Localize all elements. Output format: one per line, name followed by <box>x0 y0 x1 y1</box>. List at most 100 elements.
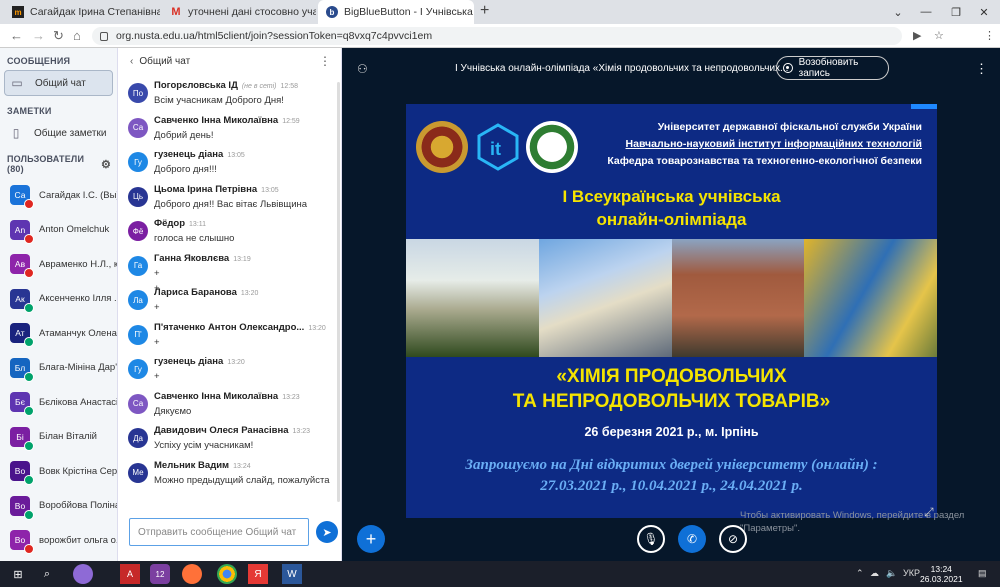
home-icon[interactable]: ⌂ <box>73 28 81 43</box>
notes-header: ЗАМЕТКИ <box>7 106 52 116</box>
slide-olympiad-line2: онлайн-олімпіада <box>596 210 747 229</box>
campus-photos <box>406 239 937 357</box>
message-author: Фёдор <box>154 218 186 229</box>
listen-only-icon <box>24 406 34 417</box>
message-author: Мельник Вадим <box>154 459 230 471</box>
message-body: Савченко Інна Миколаївна 12:59 Добрий день… <box>154 115 334 141</box>
message-body: П'ятаченко Антон Олександро... 13:20 + <box>154 322 334 348</box>
chrome-icon[interactable] <box>217 564 237 584</box>
user-list-item[interactable]: Во Вовк Крістіна Сер... <box>0 454 117 489</box>
tab-bigbluebutton[interactable]: b BigBlueButton - І Учнівська ◉ ✕ <box>318 0 474 24</box>
message-author: гузенець діана <box>154 356 224 367</box>
chevron-left-icon[interactable]: ‹ <box>130 56 133 67</box>
message-body: Савченко Інна Миколаївна 13:23 Дякуємо <box>154 391 334 417</box>
user-list-item[interactable]: Са Сагайдак І.С. (Вы) <box>0 178 117 213</box>
notifications-icon[interactable]: ▤ <box>978 568 987 579</box>
send-button[interactable]: ➤ <box>316 521 338 543</box>
maximize-button[interactable]: ❐ <box>942 0 970 24</box>
word-icon[interactable]: W <box>282 564 302 584</box>
message-header: Савченко Інна Миколаївна 13:23 <box>154 391 334 402</box>
bbb-icon: b <box>326 6 338 18</box>
user-name: Бєлікова Анастасія <box>39 396 117 408</box>
message-author: Савченко Інна Миколаївна <box>154 114 279 126</box>
minimize-button[interactable]: — <box>912 0 940 24</box>
tab-gmail[interactable]: M уточнені дані стосовно учасник ✕ <box>162 0 316 24</box>
gear-icon[interactable]: ⚙ <box>101 158 111 171</box>
user-list-item[interactable]: Ак Аксенченко Ілля ... <box>0 282 117 317</box>
language-indicator[interactable]: УКР <box>903 568 920 578</box>
chat-message: Гу гузенець діана 13:05 Доброго дня!!! <box>118 149 338 184</box>
avatar-initials: Бі <box>16 431 24 442</box>
message-avatar: Са <box>128 393 148 414</box>
back-icon[interactable]: ← <box>10 28 23 43</box>
user-name: Білан Віталій <box>39 431 97 443</box>
message-text: + <box>154 371 160 382</box>
tab-search-icon[interactable]: ⌄ <box>884 0 912 24</box>
chat-message: Гу гузенець діана 13:20 + <box>118 356 338 391</box>
slide-title-line2: ТА НЕПРОДОВОЛЬЧИХ ТОВАРІВ» <box>512 391 831 412</box>
microphone-muted-icon <box>24 199 34 210</box>
mute-microphone-button[interactable]: 🎙 <box>637 525 665 553</box>
input-placeholder: Отправить сообщение Общий чат <box>138 526 297 538</box>
options-icon[interactable]: ⋮ <box>975 61 988 77</box>
user-list-item[interactable]: Ат Атаманчук Олена... <box>0 316 117 351</box>
chat-scrollbar[interactable] <box>337 82 340 502</box>
sidebar: СООБЩЕНИЯ ▭ Общий чат ЗАМЕТКИ ▯ Общие за… <box>0 48 118 561</box>
resume-recording-button[interactable]: Возобновить запись <box>776 56 889 80</box>
user-list-item[interactable]: Ав Авраменко Н.Л., к... <box>0 247 117 282</box>
windows-start-icon[interactable]: ⊞ <box>8 564 28 584</box>
microphone-muted-icon <box>24 233 34 244</box>
user-avatar: Во <box>10 461 34 486</box>
message-author: П'ятаченко Антон Олександро... <box>154 321 305 333</box>
url-field[interactable]: org.nusta.edu.ua/html5client/join?sessio… <box>92 27 902 45</box>
message-author: Давидович Олеся Ранасівна <box>154 425 289 436</box>
message-header: гузенець діана 13:05 <box>154 149 334 160</box>
search-icon[interactable]: ⌕ <box>37 564 57 584</box>
chat-options-icon[interactable]: ⋮ <box>319 54 331 68</box>
actions-plus-button[interactable]: + <box>357 525 385 553</box>
pdf-icon[interactable]: A <box>120 564 140 584</box>
reload-icon[interactable]: ↻ <box>53 28 64 44</box>
message-body: гузенець діана 13:05 Доброго дня!!! <box>154 149 334 175</box>
campus-photo <box>671 239 805 357</box>
user-list-item[interactable]: Бл Блага-Мініна Дар'... <box>0 351 117 386</box>
user-list-item[interactable]: Бі Білан Віталій <box>0 420 117 455</box>
window-close-button[interactable]: ✕ <box>970 0 998 24</box>
record-label: Возобновить запись <box>798 57 859 79</box>
firefox-icon[interactable] <box>182 564 202 584</box>
user-avatar: Во <box>10 495 34 520</box>
campus-photo <box>538 239 672 357</box>
message-time: 12:59 <box>282 117 300 125</box>
forward-icon[interactable]: → <box>32 28 45 43</box>
clock[interactable]: 13:24 26.03.2021 <box>920 564 963 584</box>
tab-moodle[interactable]: m Сагайдак Ірина Степанівна ✕ <box>4 0 160 24</box>
user-list-item[interactable]: Бє Бєлікова Анастасія <box>0 385 117 420</box>
star-icon[interactable]: ☆ <box>934 29 944 42</box>
chat-message: По Погорєловська ІД (не в сеті) 12:58 Всім у… <box>118 80 338 115</box>
slide-invite-dates: 27.03.2021 р., 10.04.2021 р., 24.04.2021… <box>540 478 803 494</box>
camera-icon[interactable]: ▶ <box>913 29 921 42</box>
user-list-item[interactable]: An Anton Omelchuk <box>0 213 117 248</box>
avatar-initials: An <box>14 224 26 235</box>
user-icon[interactable]: ⚇ <box>357 62 368 76</box>
sidebar-item-shared-notes[interactable]: ▯ Общие заметки <box>4 120 113 146</box>
user-avatar: Во <box>10 530 34 555</box>
menu-dots-icon[interactable]: ⋮ <box>984 29 995 42</box>
viber-icon[interactable]: 12 <box>150 564 170 584</box>
new-tab-button[interactable]: + <box>480 2 489 20</box>
phone-icon: ✆ <box>686 532 698 546</box>
yandex-icon[interactable]: Я <box>248 564 268 584</box>
campus-photo <box>406 239 539 357</box>
app-icon[interactable] <box>73 564 93 584</box>
fullscreen-icon[interactable]: ⤢ <box>924 505 934 520</box>
user-list-item[interactable]: Во Воробйова Поліна <box>0 489 117 524</box>
message-avatar: Га <box>128 255 148 276</box>
sidebar-item-public-chat[interactable]: ▭ Общий чат <box>4 70 113 96</box>
chat-message-input[interactable]: Отправить сообщение Общий чат <box>129 518 309 546</box>
cloud-icon[interactable]: ☁ <box>870 568 879 579</box>
volume-icon[interactable]: 🔈 <box>886 568 897 579</box>
chevron-up-icon[interactable]: ⌃ <box>856 568 864 579</box>
user-list-item[interactable]: Во ворожбит ольга о... <box>0 523 117 558</box>
users-header: ПОЛЬЗОВАТЕЛИ (80) ⚙ <box>0 146 117 178</box>
audio-phone-button[interactable]: ✆ <box>678 525 706 553</box>
